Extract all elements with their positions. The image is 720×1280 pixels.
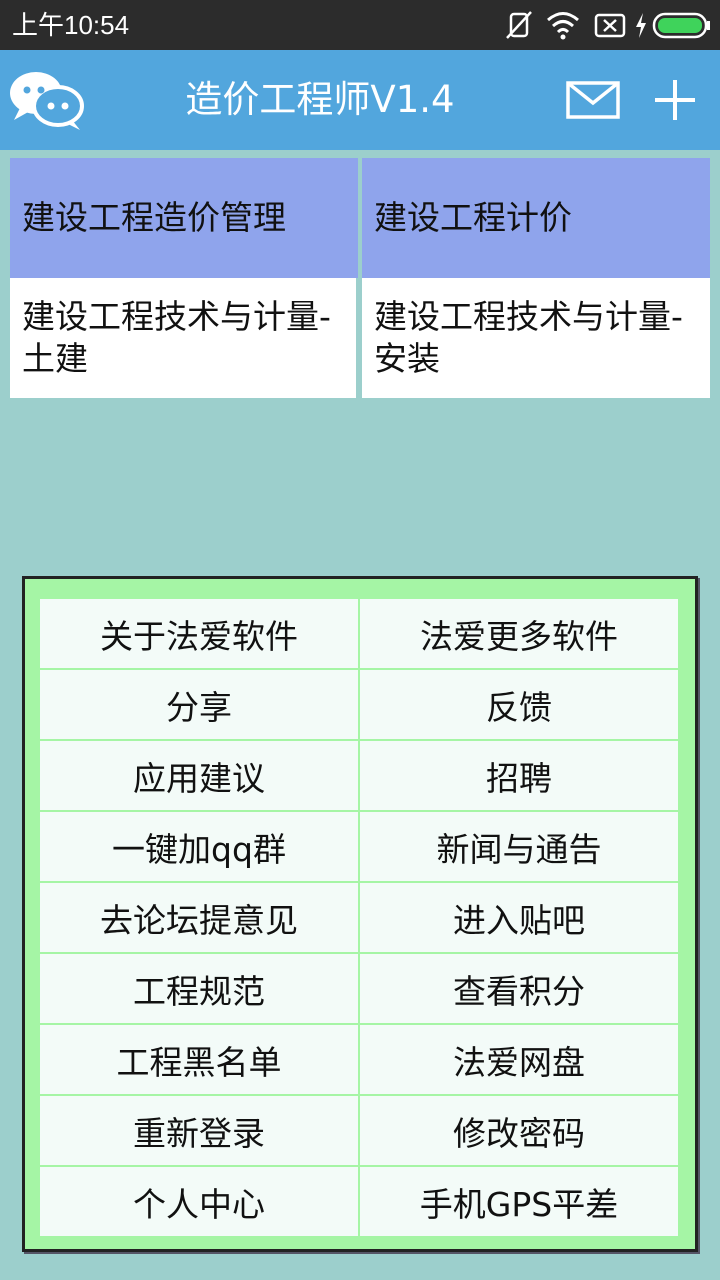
sim-off-icon (594, 8, 626, 42)
menu-tieba[interactable]: 进入贴吧 (360, 883, 680, 954)
menu-gps-adjustment[interactable]: 手机GPS平差 (360, 1167, 680, 1238)
plus-icon[interactable] (653, 78, 697, 122)
course-pricing[interactable]: 建设工程计价 (362, 158, 710, 278)
mute-icon (504, 8, 534, 42)
menu-relogin[interactable]: 重新登录 (40, 1096, 360, 1167)
course-tech-installation[interactable]: 建设工程技术与计量- 安装 (362, 278, 710, 398)
menu-suggestions[interactable]: 应用建议 (40, 741, 360, 812)
course-row: 建设工程技术与计量- 土建 建设工程技术与计量- 安装 (10, 278, 710, 398)
title-bar: 造价工程师V1.4 (0, 50, 720, 150)
menu-standards[interactable]: 工程规范 (40, 954, 360, 1025)
status-time: 上午10:54 (12, 10, 130, 40)
mail-icon[interactable] (566, 81, 620, 119)
menu-cloud-disk[interactable]: 法爱网盘 (360, 1025, 680, 1096)
battery-icon (652, 8, 712, 42)
menu-grid: 关于法爱软件 法爱更多软件 分享 反馈 应用建议 招聘 一键加qq群 新闻与通告… (40, 599, 680, 1238)
menu-about[interactable]: 关于法爱软件 (40, 599, 360, 670)
menu-more-apps[interactable]: 法爱更多软件 (360, 599, 680, 670)
menu-blacklist[interactable]: 工程黑名单 (40, 1025, 360, 1096)
menu-points[interactable]: 查看积分 (360, 954, 680, 1025)
app-title: 造价工程师V1.4 (185, 78, 455, 121)
menu-forum[interactable]: 去论坛提意见 (40, 883, 360, 954)
menu-profile[interactable]: 个人中心 (40, 1167, 360, 1238)
status-bar: 上午10:54 (0, 0, 720, 50)
menu-recruitment[interactable]: 招聘 (360, 741, 680, 812)
course-row: 建设工程造价管理 建设工程计价 (10, 158, 710, 278)
charging-icon (634, 8, 648, 42)
course-cost-management[interactable]: 建设工程造价管理 (10, 158, 358, 278)
menu-feedback[interactable]: 反馈 (360, 670, 680, 741)
menu-change-password[interactable]: 修改密码 (360, 1096, 680, 1167)
course-tech-civil[interactable]: 建设工程技术与计量- 土建 (10, 278, 358, 398)
menu-join-qq-group[interactable]: 一键加qq群 (40, 812, 360, 883)
menu-panel: 关于法爱软件 法爱更多软件 分享 反馈 应用建议 招聘 一键加qq群 新闻与通告… (22, 576, 698, 1252)
menu-share[interactable]: 分享 (40, 670, 360, 741)
course-grid: 建设工程造价管理 建设工程计价 建设工程技术与计量- 土建 建设工程技术与计量-… (10, 158, 710, 398)
wifi-icon (546, 8, 580, 42)
menu-news[interactable]: 新闻与通告 (360, 812, 680, 883)
